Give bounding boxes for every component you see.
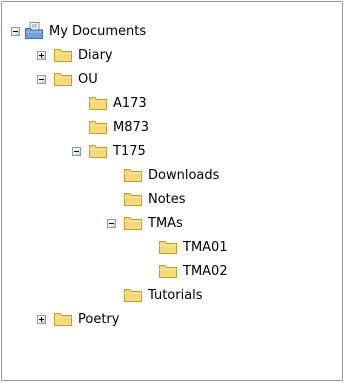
collapse-toggle-tmas[interactable] <box>107 219 116 228</box>
tree-node-label: TMA01 <box>183 240 228 255</box>
tree-node-tma01[interactable]: TMA01 <box>2 236 322 260</box>
folder-icon <box>123 190 143 208</box>
tree-node-label: T175 <box>113 144 146 159</box>
tree-node-label: Poetry <box>78 312 120 327</box>
tree-node-m873[interactable]: M873 <box>2 116 302 140</box>
folder-icon <box>123 286 143 304</box>
folder-icon <box>53 70 73 88</box>
tree-node-my-documents[interactable]: My Documents <box>2 20 302 44</box>
tree-node-a173[interactable]: A173 <box>2 92 302 116</box>
folder-icon <box>123 214 143 232</box>
folder-icon <box>53 46 73 64</box>
tree-node-label: TMAs <box>148 216 183 231</box>
folder-icon <box>88 142 108 160</box>
tree-node-label: A173 <box>113 96 147 111</box>
tree-node-label: Downloads <box>148 168 220 183</box>
collapse-toggle-t175[interactable] <box>72 147 81 156</box>
folder-icon <box>158 262 178 280</box>
tree-node-tma02[interactable]: TMA02 <box>2 260 322 284</box>
expand-toggle-diary[interactable] <box>37 51 46 60</box>
folder-icon <box>158 238 178 256</box>
tree-node-tmas[interactable]: TMAs <box>2 212 322 236</box>
tree-node-downloads[interactable]: Downloads <box>2 164 322 188</box>
tree-node-ou[interactable]: OU <box>2 68 302 92</box>
tree-node-poetry[interactable]: Poetry <box>2 308 302 332</box>
collapse-toggle-ou[interactable] <box>37 75 46 84</box>
folder-tree: My Documents Diary OU A173 M873 T175 Dow… <box>2 2 342 380</box>
tree-node-label: Diary <box>78 48 113 63</box>
folder-tree-panel: My Documents Diary OU A173 M873 T175 Dow… <box>1 1 343 381</box>
tree-node-label: Notes <box>148 192 186 207</box>
tree-node-t175[interactable]: T175 <box>2 140 302 164</box>
tree-node-label: TMA02 <box>183 264 228 279</box>
tree-node-tutorials[interactable]: Tutorials <box>2 284 322 308</box>
folder-icon <box>53 310 73 328</box>
tree-node-diary[interactable]: Diary <box>2 44 302 68</box>
folder-icon <box>88 94 108 112</box>
collapse-toggle-my-documents[interactable] <box>11 27 20 36</box>
tree-node-notes[interactable]: Notes <box>2 188 322 212</box>
expand-toggle-poetry[interactable] <box>37 315 46 324</box>
tree-node-label: M873 <box>113 120 150 135</box>
my-documents-folder-icon <box>24 22 44 40</box>
folder-icon <box>88 118 108 136</box>
tree-node-label: My Documents <box>49 24 147 39</box>
tree-node-label: Tutorials <box>148 288 203 303</box>
tree-node-label: OU <box>78 72 98 87</box>
folder-icon <box>123 166 143 184</box>
